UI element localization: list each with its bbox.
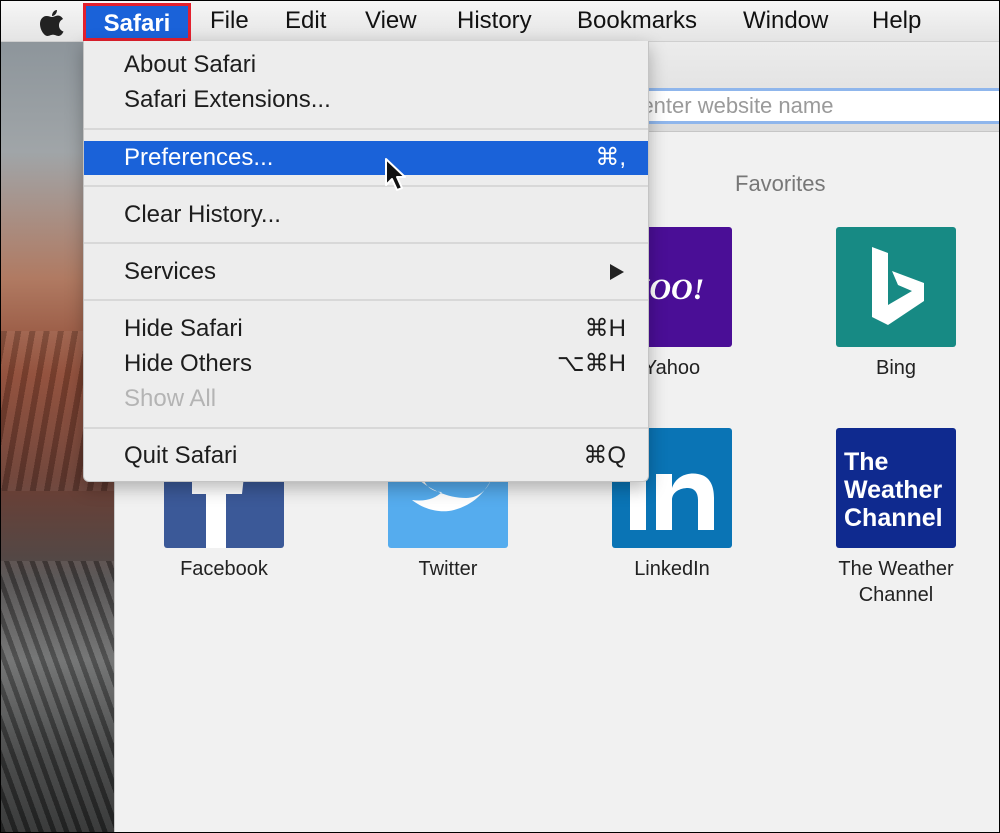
- menu-item-services[interactable]: Services: [84, 255, 648, 289]
- menu-bookmarks[interactable]: Bookmarks: [577, 1, 697, 41]
- favorite-label-twitter: Twitter: [418, 558, 478, 580]
- favorites-heading: Favorites: [735, 171, 826, 196]
- menu-item-about-safari[interactable]: About Safari: [84, 48, 648, 82]
- menu-window[interactable]: Window: [743, 1, 828, 41]
- screenshot-frame: r enter website name Favorites AHOO! Yah…: [0, 0, 1000, 833]
- menu-separator: [84, 242, 648, 244]
- menu-help[interactable]: Help: [872, 1, 921, 41]
- favorite-label-linkedin: LinkedIn: [634, 558, 710, 580]
- address-placeholder: r enter website name: [628, 93, 834, 118]
- menu-item-safari-extensions[interactable]: Safari Extensions...: [84, 83, 648, 117]
- favorite-label-weather-channel: The Weather Channel: [838, 558, 954, 606]
- svg-text:Weather: Weather: [844, 476, 942, 504]
- bing-logo: [872, 247, 924, 325]
- menu-edit[interactable]: Edit: [285, 1, 326, 41]
- svg-text:The: The: [844, 448, 889, 476]
- preferences-shortcut: ⌘,: [595, 144, 626, 171]
- menu-safari[interactable]: Safari: [83, 3, 191, 41]
- weather-channel-logo: The Weather Channel: [844, 448, 943, 532]
- menu-bar: Safari File Edit View History Bookmarks …: [1, 1, 999, 42]
- favorite-label-facebook: Facebook: [180, 558, 268, 580]
- menu-item-clear-history[interactable]: Clear History...: [84, 198, 648, 232]
- favorite-tile-bing[interactable]: [836, 227, 956, 347]
- menu-item-show-all: Show All: [124, 385, 217, 412]
- menu-file[interactable]: File: [210, 1, 249, 41]
- menu-item-quit-safari[interactable]: Quit Safari ⌘Q: [84, 439, 648, 473]
- menu-view[interactable]: View: [365, 1, 417, 41]
- menu-separator: [84, 299, 648, 301]
- menu-separator: [84, 128, 648, 130]
- menu-item-preferences[interactable]: Preferences... ⌘,: [84, 141, 648, 175]
- menu-item-hide-safari[interactable]: Hide Safari ⌘H: [84, 312, 648, 346]
- menu-separator: [84, 185, 648, 187]
- safari-menu-dropdown: About Safari Safari Extensions... Prefer…: [83, 41, 649, 482]
- menu-history[interactable]: History: [457, 1, 532, 41]
- favorite-tile-weather-channel[interactable]: The Weather Channel: [836, 428, 956, 548]
- favorite-label-bing: Bing: [875, 357, 917, 379]
- svg-text:Channel: Channel: [844, 504, 943, 532]
- menu-item-hide-others[interactable]: Hide Others ⌥⌘H: [84, 347, 648, 381]
- menu-separator: [84, 427, 648, 429]
- submenu-arrow-icon: [610, 264, 624, 280]
- mouse-cursor-icon: [385, 158, 406, 191]
- apple-logo-icon[interactable]: [39, 8, 65, 36]
